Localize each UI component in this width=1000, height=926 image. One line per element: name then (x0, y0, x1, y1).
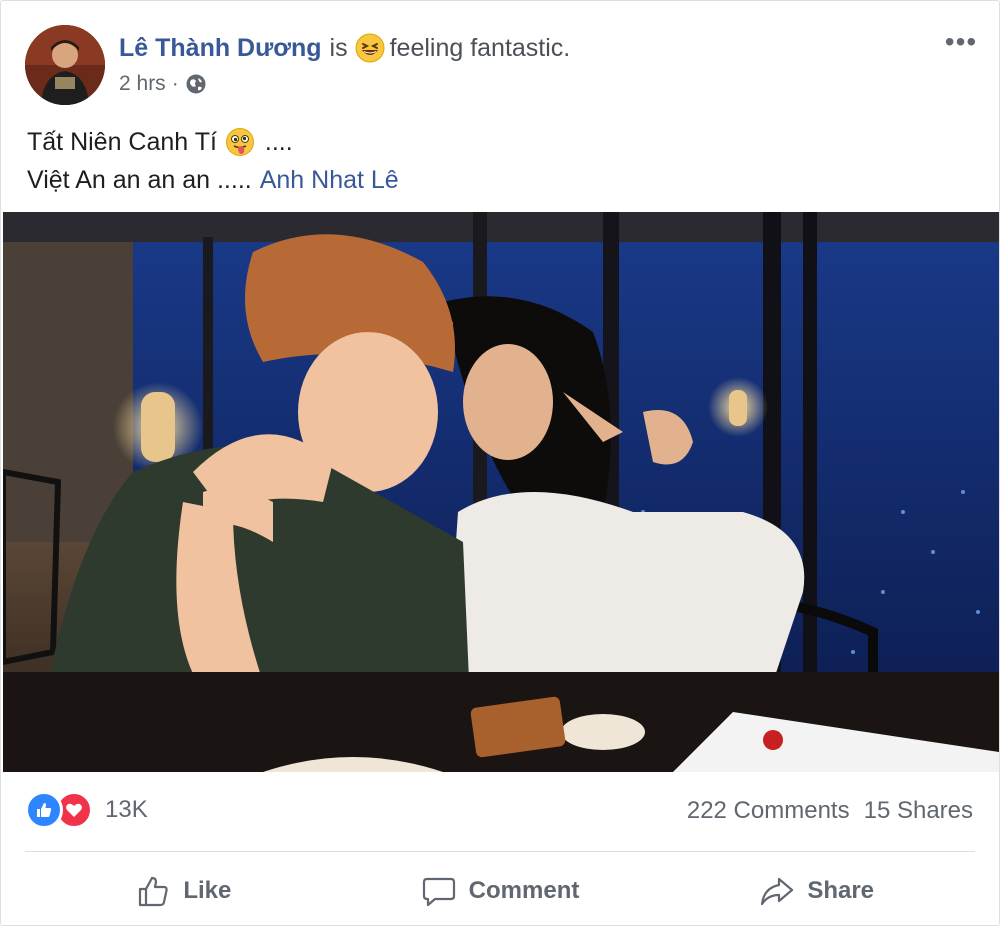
share-button[interactable]: Share (658, 863, 975, 919)
post-photo[interactable] (3, 212, 999, 772)
share-icon (761, 877, 794, 906)
divider (25, 851, 975, 852)
author-name-link[interactable]: Lê Thành Dương (119, 34, 322, 63)
shares-count-link[interactable]: 15 Shares (864, 797, 973, 825)
post-text: Tất Niên Canh Tí .... Việt An an an an .… (27, 123, 399, 199)
comment-icon (422, 877, 455, 907)
post-timestamp[interactable]: 2 hrs (119, 72, 166, 96)
mention-link[interactable]: Anh Nhat Lê (260, 161, 399, 199)
thumbs-up-icon (139, 876, 168, 907)
post-text-line-2: Việt An an an an ..... Anh Nhat Lê (27, 161, 399, 199)
post-text-part: Tất Niên Canh Tí (27, 128, 217, 156)
post-text-part: Việt An an an an ..... (27, 166, 252, 194)
tongue-out-emoji-icon (225, 127, 255, 157)
reactions-count: 13K (105, 796, 148, 823)
meta-separator: · (171, 72, 179, 95)
reactions-summary[interactable]: 13K (25, 791, 148, 829)
feeling-text: feeling fantastic. (389, 33, 571, 62)
engagement-stats: 222 Comments 15 Shares (687, 797, 973, 825)
share-button-label: Share (807, 877, 875, 904)
is-text: is (329, 33, 348, 62)
post-text-part: .... (264, 128, 293, 156)
globe-icon[interactable] (185, 73, 207, 95)
like-button-label: Like (183, 877, 232, 904)
more-options-button[interactable]: ••• (941, 26, 981, 57)
like-reaction-icon (25, 791, 63, 829)
post-actions: Like Comment Share (25, 863, 975, 919)
post-text-line-1: Tất Niên Canh Tí .... (27, 123, 399, 161)
post-header: Lê Thành Dương is feeling fantastic. (119, 31, 570, 65)
comment-button-label: Comment (468, 877, 580, 904)
post-card: Lê Thành Dương is feeling fantastic. 2 h… (0, 0, 1000, 926)
like-button[interactable]: Like (25, 863, 342, 919)
comments-count-link[interactable]: 222 Comments (687, 797, 850, 825)
laughing-emoji-icon (354, 32, 386, 64)
post-meta: 2 hrs · (119, 71, 207, 97)
comment-button[interactable]: Comment (342, 863, 659, 919)
author-avatar[interactable] (25, 25, 105, 105)
avatar-image (25, 25, 105, 105)
photo-image (3, 212, 999, 772)
